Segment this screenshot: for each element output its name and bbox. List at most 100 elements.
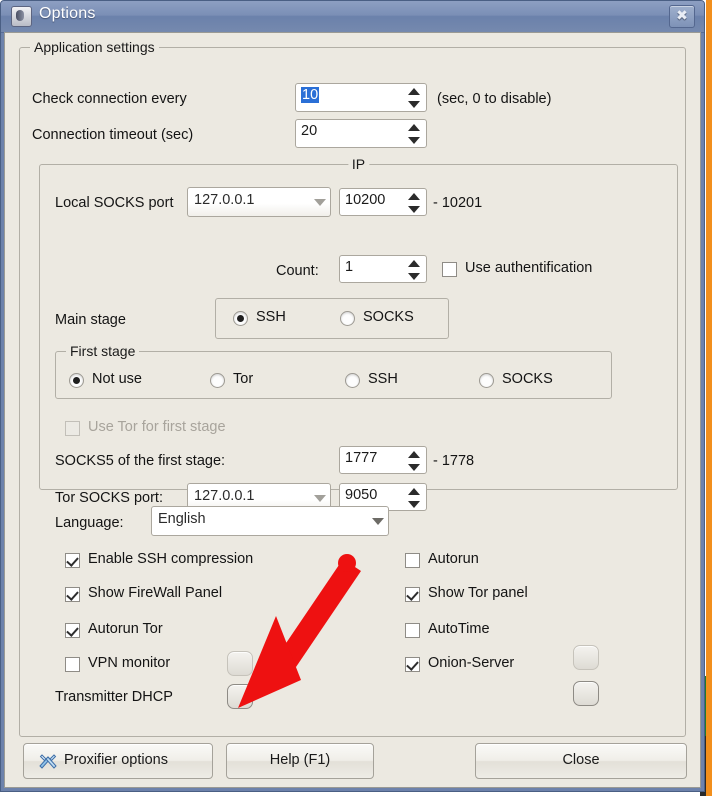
first-stage-legend: First stage: [66, 343, 140, 359]
proxifier-options-button[interactable]: Proxifier options: [23, 743, 213, 779]
local-socks-host-combobox[interactable]: 127.0.0.1: [187, 187, 331, 217]
main-stage-radio-socks-label: SOCKS: [363, 309, 414, 325]
spinner-down-icon[interactable]: [408, 464, 420, 471]
language-label: Language:: [55, 515, 124, 531]
checkbox-label: AutoTime: [428, 621, 490, 637]
socks5-first-stage-spinner[interactable]: [408, 450, 421, 472]
spinner-up-icon[interactable]: [408, 193, 420, 200]
use-authentification-label: Use authentification: [465, 260, 593, 276]
tor-socks-port-value: 9050: [345, 487, 378, 503]
socks5-first-stage-range: - 1778: [433, 453, 475, 469]
checkbox-box: [405, 553, 420, 568]
proxifier-tools-icon: [39, 754, 57, 769]
check-connection-label: Check connection every: [32, 91, 187, 107]
checkbox-box: [405, 587, 420, 602]
count-value: 1: [345, 259, 354, 275]
local-socks-port-input[interactable]: 10200: [339, 188, 427, 216]
socks5-first-stage-value: 1777: [345, 450, 378, 466]
connection-timeout-input[interactable]: 20: [295, 119, 427, 148]
local-socks-host-value: 127.0.0.1: [194, 192, 255, 208]
dialog-body: Application settings Check connection ev…: [4, 32, 701, 788]
spinner-up-icon[interactable]: [408, 124, 420, 131]
spinner-down-icon[interactable]: [408, 501, 420, 508]
socks5-first-stage-label: SOCKS5 of the first stage:: [55, 453, 226, 469]
local-socks-port-value: 10200: [345, 192, 386, 208]
checkbox-label: Autorun Tor: [88, 621, 163, 637]
ip-group-legend: IP: [347, 156, 370, 172]
proxifier-options-label: Proxifier options: [64, 752, 168, 768]
language-combobox[interactable]: English: [151, 506, 389, 536]
help-button-label: Help (F1): [269, 752, 331, 768]
check-connection-value: 10: [301, 87, 320, 103]
chevron-down-icon[interactable]: [314, 495, 326, 502]
window-title: Options: [39, 5, 96, 22]
local-socks-port-label: Local SOCKS port: [55, 195, 174, 211]
spinner-up-icon[interactable]: [408, 88, 420, 95]
radio-dot: [69, 373, 84, 388]
count-label: Count:: [276, 263, 319, 279]
radio-dot: [345, 373, 360, 388]
main-stage-radio-group: [215, 298, 449, 339]
local-socks-port-spinner[interactable]: [408, 192, 421, 214]
checkbox-label: VPN monitor: [88, 655, 171, 671]
checkbox-label: Onion-Server: [428, 655, 515, 671]
checkbox-box: [65, 623, 80, 638]
local-socks-port-range: - 10201: [433, 195, 483, 211]
close-window-button[interactable]: ✖: [669, 5, 695, 28]
first-stage-radio-not-use-label: Not use: [92, 371, 142, 387]
application-settings-legend: Application settings: [30, 39, 159, 55]
check-connection-input[interactable]: 10: [295, 83, 427, 112]
language-value: English: [158, 511, 206, 527]
first-stage-radio-tor-label: Tor: [233, 371, 254, 387]
spinner-up-icon[interactable]: [408, 488, 420, 495]
spinner-down-icon[interactable]: [408, 273, 420, 280]
chevron-down-icon[interactable]: [372, 518, 384, 525]
checkbox-box: [65, 657, 80, 672]
socks5-first-stage-input[interactable]: 1777: [339, 446, 427, 474]
count-input[interactable]: 1: [339, 255, 427, 283]
radio-dot: [340, 311, 355, 326]
checkbox-box: [405, 657, 420, 672]
spinner-up-icon[interactable]: [408, 451, 420, 458]
close-button-label: Close: [562, 752, 600, 768]
main-stage-radio-ssh-label: SSH: [256, 309, 286, 325]
tor-socks-host-value: 127.0.0.1: [194, 488, 255, 504]
transmitter-dhcp-toggle[interactable]: [227, 684, 253, 709]
checkbox-label: Autorun: [428, 551, 479, 567]
close-button[interactable]: Close: [475, 743, 687, 779]
transmitter-dhcp-label: Transmitter DHCP: [55, 689, 173, 705]
onion-server-toggle[interactable]: [573, 681, 599, 706]
connection-timeout-label: Connection timeout (sec): [32, 127, 194, 143]
options-dialog: Options ✖ Application settings Check con…: [0, 0, 705, 792]
checkbox-box: [65, 553, 80, 568]
checkbox-box: [405, 623, 420, 638]
count-spinner[interactable]: [408, 259, 421, 281]
spinner-down-icon[interactable]: [408, 137, 420, 144]
use-tor-first-stage-label: Use Tor for first stage: [88, 419, 226, 435]
tor-socks-port-spinner[interactable]: [408, 487, 421, 509]
spinner-up-icon[interactable]: [408, 260, 420, 267]
radio-dot: [233, 311, 248, 326]
spinner-down-icon[interactable]: [408, 101, 420, 108]
tor-socks-port-label: Tor SOCKS port:: [55, 490, 163, 506]
checkbox-box: [65, 421, 80, 436]
radio-dot: [479, 373, 494, 388]
vpn-monitor-toggle[interactable]: [227, 651, 253, 676]
check-connection-spinner[interactable]: [408, 87, 421, 109]
connection-timeout-spinner[interactable]: [408, 123, 421, 145]
connection-timeout-value: 20: [301, 123, 318, 139]
checkbox-label: Show FireWall Panel: [88, 585, 223, 601]
close-icon: ✖: [676, 8, 688, 24]
autotime-toggle[interactable]: [573, 645, 599, 670]
chevron-down-icon[interactable]: [314, 199, 326, 206]
checkbox-box: [65, 587, 80, 602]
radio-dot: [210, 373, 225, 388]
spinner-down-icon[interactable]: [408, 206, 420, 213]
check-connection-hint: (sec, 0 to disable): [437, 91, 552, 107]
background-window-orange-strip: [706, 0, 712, 796]
first-stage-radio-ssh-label: SSH: [368, 371, 398, 387]
title-bar[interactable]: Options ✖: [1, 1, 704, 33]
help-button[interactable]: Help (F1): [226, 743, 374, 779]
app-icon: [11, 6, 32, 27]
checkbox-label: Enable SSH compression: [88, 551, 254, 567]
